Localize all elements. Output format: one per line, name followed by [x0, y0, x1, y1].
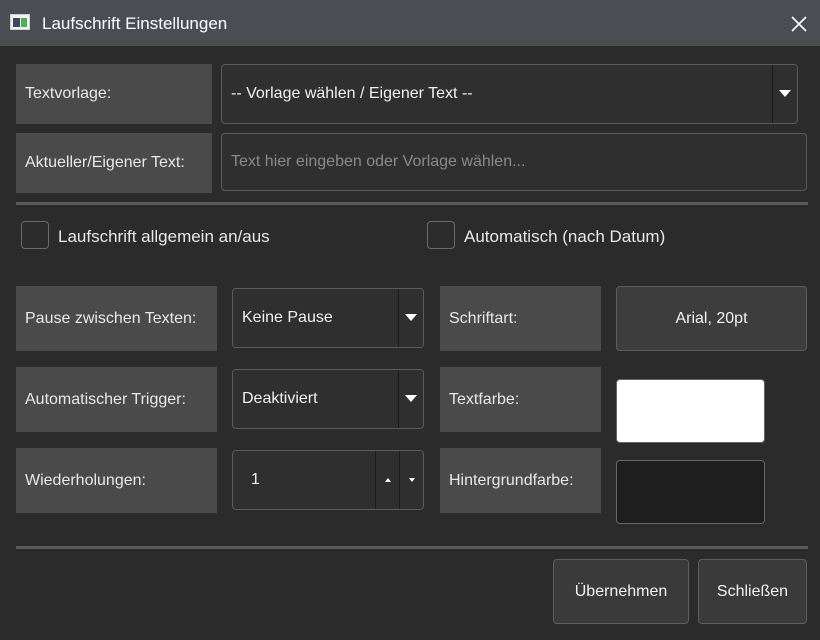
text-color-label: Textfarbe: — [440, 367, 601, 432]
auto-date-label[interactable]: Automatisch (nach Datum) — [464, 227, 665, 247]
pause-selected: Keine Pause — [242, 309, 333, 326]
chevron-down-icon[interactable] — [398, 370, 423, 428]
bg-color-swatch[interactable] — [616, 460, 765, 524]
separator-bottom — [16, 546, 808, 549]
text-color-swatch[interactable] — [616, 379, 765, 443]
pause-label: Pause zwischen Texten: — [16, 286, 217, 351]
trigger-label: Automatischer Trigger: — [16, 367, 217, 432]
title-bar: Laufschrift Einstellungen — [0, 0, 820, 46]
close-icon — [791, 16, 807, 32]
font-label: Schriftart: — [440, 286, 601, 351]
arrow-down-icon — [408, 478, 415, 482]
arrow-up-icon — [384, 478, 391, 482]
chevron-down-icon[interactable] — [772, 65, 797, 123]
template-label: Textvorlage: — [16, 64, 212, 124]
close-window-button[interactable] — [784, 10, 814, 38]
close-button[interactable]: Schließen — [698, 559, 807, 624]
trigger-selected: Deaktiviert — [242, 390, 318, 407]
custom-text-input[interactable]: Text hier eingeben oder Vorlage wählen..… — [221, 133, 807, 191]
increment-button[interactable] — [375, 451, 399, 509]
template-selected: -- Vorlage wählen / Eigener Text -- — [231, 85, 473, 102]
separator-top — [16, 202, 808, 205]
app-window-icon — [10, 14, 30, 30]
decrement-button[interactable] — [399, 451, 423, 509]
window-title: Laufschrift Einstellungen — [42, 14, 228, 33]
repeats-label: Wiederholungen: — [16, 448, 217, 513]
repeats-value: 1 — [251, 471, 260, 488]
general-toggle-checkbox[interactable] — [21, 221, 49, 249]
custom-text-placeholder: Text hier eingeben oder Vorlage wählen..… — [231, 153, 526, 170]
custom-text-label: Aktueller/Eigener Text: — [16, 133, 212, 193]
template-dropdown[interactable]: -- Vorlage wählen / Eigener Text -- — [221, 64, 798, 124]
font-button[interactable]: Arial, 20pt — [616, 286, 807, 351]
pause-dropdown[interactable]: Keine Pause — [232, 288, 424, 348]
chevron-down-icon[interactable] — [398, 289, 423, 347]
general-toggle-label[interactable]: Laufschrift allgemein an/aus — [58, 227, 270, 247]
apply-button[interactable]: Übernehmen — [553, 559, 689, 624]
trigger-dropdown[interactable]: Deaktiviert — [232, 369, 424, 429]
auto-date-checkbox[interactable] — [427, 221, 455, 249]
repeats-spinbox[interactable]: 1 — [232, 450, 424, 510]
bg-color-label: Hintergrundfarbe: — [440, 448, 601, 513]
